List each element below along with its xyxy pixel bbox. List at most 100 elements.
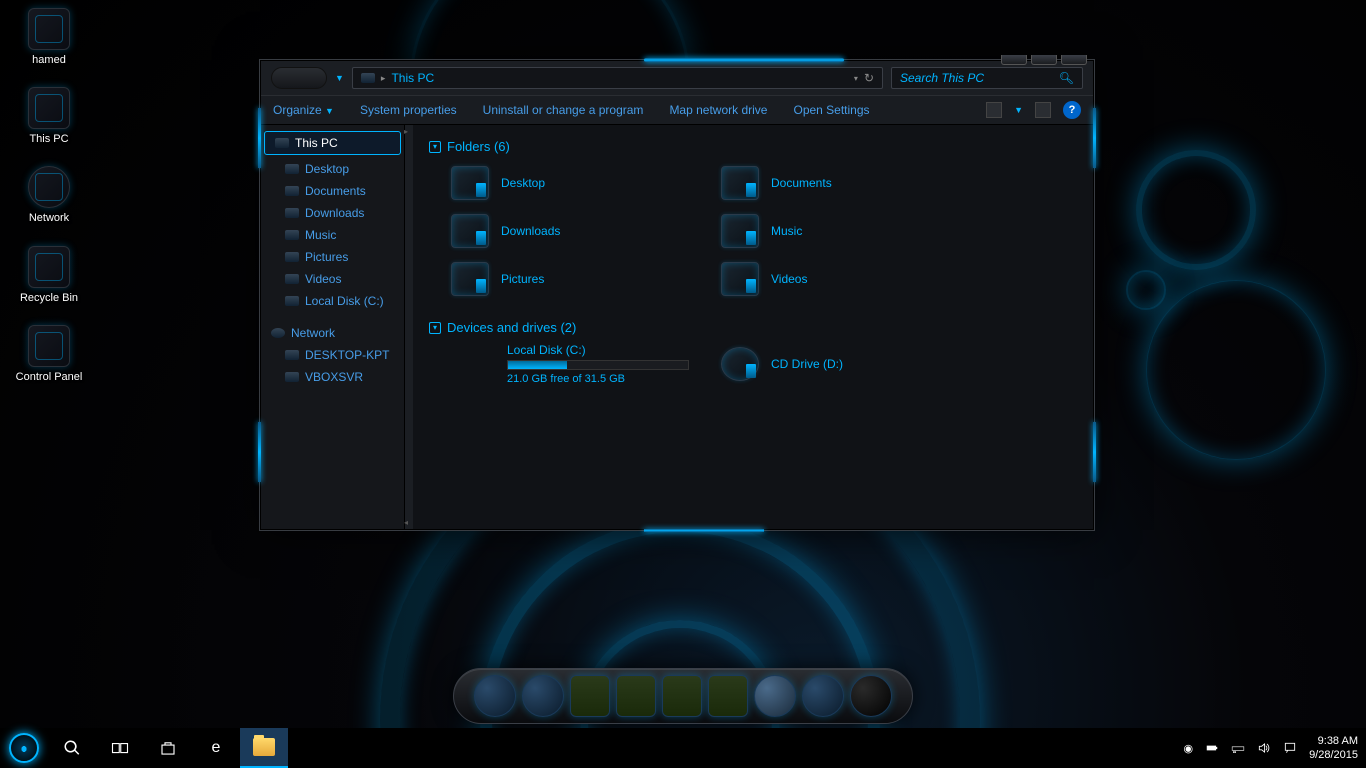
desktop-icon-area: hamed This PC Network Recycle Bin Contro… [12, 8, 86, 384]
folder-videos[interactable]: Videos [717, 258, 967, 300]
folder-desktop[interactable]: Desktop [447, 162, 697, 204]
nav-documents[interactable]: Documents [261, 180, 404, 202]
nav-local-disk[interactable]: Local Disk (C:) [261, 290, 404, 312]
dock-cpu-widget[interactable] [616, 675, 656, 717]
item-label: Desktop [501, 176, 545, 190]
volume-icon[interactable] [1257, 741, 1271, 755]
icon-label: hamed [32, 54, 66, 67]
titlebar[interactable]: ▼ ▸ This PC ▾ ↻ Search This PC 🔍︎ [261, 61, 1093, 95]
nav-network-computer[interactable]: VBOXSVR [261, 366, 404, 388]
maximize-button[interactable] [1031, 55, 1057, 65]
item-label: CD Drive (D:) [771, 357, 843, 371]
dock-alien-blue-icon[interactable] [802, 675, 844, 717]
cd-drive-icon [721, 347, 759, 381]
view-options-icon[interactable] [986, 102, 1002, 118]
preview-pane-icon[interactable] [1035, 102, 1051, 118]
address-bar[interactable]: ▸ This PC ▾ ↻ [352, 67, 883, 89]
breadcrumb-arrow-icon: ▸ [381, 73, 386, 84]
folder-pictures[interactable]: Pictures [447, 258, 697, 300]
folder-icon [451, 214, 489, 248]
tray-sync-icon[interactable]: ◉ [1183, 742, 1193, 755]
organize-menu[interactable]: Organize ▼ [273, 103, 334, 117]
item-label: Videos [771, 272, 807, 286]
folder-downloads[interactable]: Downloads [447, 210, 697, 252]
network-icon[interactable] [1231, 741, 1245, 755]
start-button[interactable] [0, 728, 48, 768]
hard-drive-icon [447, 347, 495, 381]
drive-icon [285, 296, 299, 306]
desktop-icon-recycle-bin[interactable]: Recycle Bin [12, 246, 86, 305]
drive-cd-d[interactable]: CD Drive (D:) [717, 343, 967, 385]
nav-videos[interactable]: Videos [261, 268, 404, 290]
desktop-icon-user-folder[interactable]: hamed [12, 8, 86, 67]
dock-app-icon[interactable] [522, 675, 564, 717]
nav-network-computer[interactable]: DESKTOP-KPT [261, 344, 404, 366]
navigation-pane: This PC Desktop Documents Downloads Musi… [261, 125, 405, 529]
store-button[interactable] [144, 728, 192, 768]
action-center-icon[interactable] [1283, 741, 1297, 755]
drives-group-header[interactable]: Devices and drives (2) [429, 316, 1077, 343]
folder-icon [721, 166, 759, 200]
nav-desktop[interactable]: Desktop [261, 158, 404, 180]
folder-icon [285, 164, 299, 174]
desktop-icon-network[interactable]: Network [12, 166, 86, 225]
uninstall-program-button[interactable]: Uninstall or change a program [483, 103, 644, 117]
dock-alien-dark-icon[interactable] [850, 675, 892, 717]
icon-label: Network [29, 212, 69, 225]
dock-planet-icon[interactable] [474, 675, 516, 717]
item-label: Pictures [501, 272, 544, 286]
file-explorer-task[interactable] [240, 728, 288, 768]
folder-icon [285, 186, 299, 196]
chevron-down-icon[interactable]: ▼ [1014, 105, 1023, 115]
store-icon [159, 739, 177, 757]
desktop-icon-control-panel[interactable]: Control Panel [12, 325, 86, 384]
nav-music[interactable]: Music [261, 224, 404, 246]
nav-back-forward[interactable] [271, 67, 327, 89]
battery-icon[interactable] [1205, 741, 1219, 755]
search-icon[interactable]: 🔍︎ [1059, 71, 1074, 85]
search-box[interactable]: Search This PC 🔍︎ [891, 67, 1083, 89]
system-tray: ◉ 9:38 AM 9/28/2015 [1183, 734, 1366, 763]
icon-label: Control Panel [16, 371, 83, 384]
dock-ram-widget[interactable] [662, 675, 702, 717]
content-pane: Folders (6) Desktop Documents Downloads … [413, 125, 1093, 529]
nav-this-pc[interactable]: This PC [264, 131, 401, 155]
computer-icon [275, 138, 289, 148]
edge-button[interactable]: e [192, 728, 240, 768]
task-view-button[interactable] [96, 728, 144, 768]
network-icon [271, 328, 285, 338]
folder-icon [285, 274, 299, 284]
chevron-down-icon[interactable]: ▾ [854, 74, 858, 83]
drive-name: Local Disk (C:) [507, 343, 689, 357]
pane-splitter[interactable] [405, 125, 413, 529]
folder-documents[interactable]: Documents [717, 162, 967, 204]
nav-pictures[interactable]: Pictures [261, 246, 404, 268]
map-network-drive-button[interactable]: Map network drive [669, 103, 767, 117]
system-properties-button[interactable]: System properties [360, 103, 457, 117]
history-dropdown-icon[interactable]: ▼ [335, 73, 344, 83]
desktop-icon-this-pc[interactable]: This PC [12, 87, 86, 146]
taskbar-clock[interactable]: 9:38 AM 9/28/2015 [1309, 734, 1358, 763]
edge-icon: e [212, 739, 221, 757]
refresh-icon[interactable]: ↻ [864, 71, 874, 85]
folders-group-header[interactable]: Folders (6) [429, 135, 1077, 162]
drive-local-disk-c[interactable]: Local Disk (C:) 21.0 GB free of 31.5 GB [447, 343, 697, 385]
dock-weather-widget[interactable] [570, 675, 610, 717]
folder-music[interactable]: Music [717, 210, 967, 252]
nav-network[interactable]: Network [261, 322, 404, 344]
dock-gpu-widget[interactable] [708, 675, 748, 717]
folder-icon [721, 214, 759, 248]
dock-clock-widget[interactable] [754, 675, 796, 717]
computer-icon [361, 73, 375, 83]
open-settings-button[interactable]: Open Settings [793, 103, 869, 117]
close-button[interactable] [1061, 55, 1087, 65]
search-button[interactable] [48, 728, 96, 768]
nav-downloads[interactable]: Downloads [261, 202, 404, 224]
minimize-button[interactable] [1001, 55, 1027, 65]
clock-date: 9/28/2015 [1309, 748, 1358, 762]
help-icon[interactable]: ? [1063, 101, 1081, 119]
folder-icon [285, 208, 299, 218]
item-label: Documents [771, 176, 832, 190]
task-view-icon [111, 739, 129, 757]
alien-logo-icon [9, 733, 39, 763]
